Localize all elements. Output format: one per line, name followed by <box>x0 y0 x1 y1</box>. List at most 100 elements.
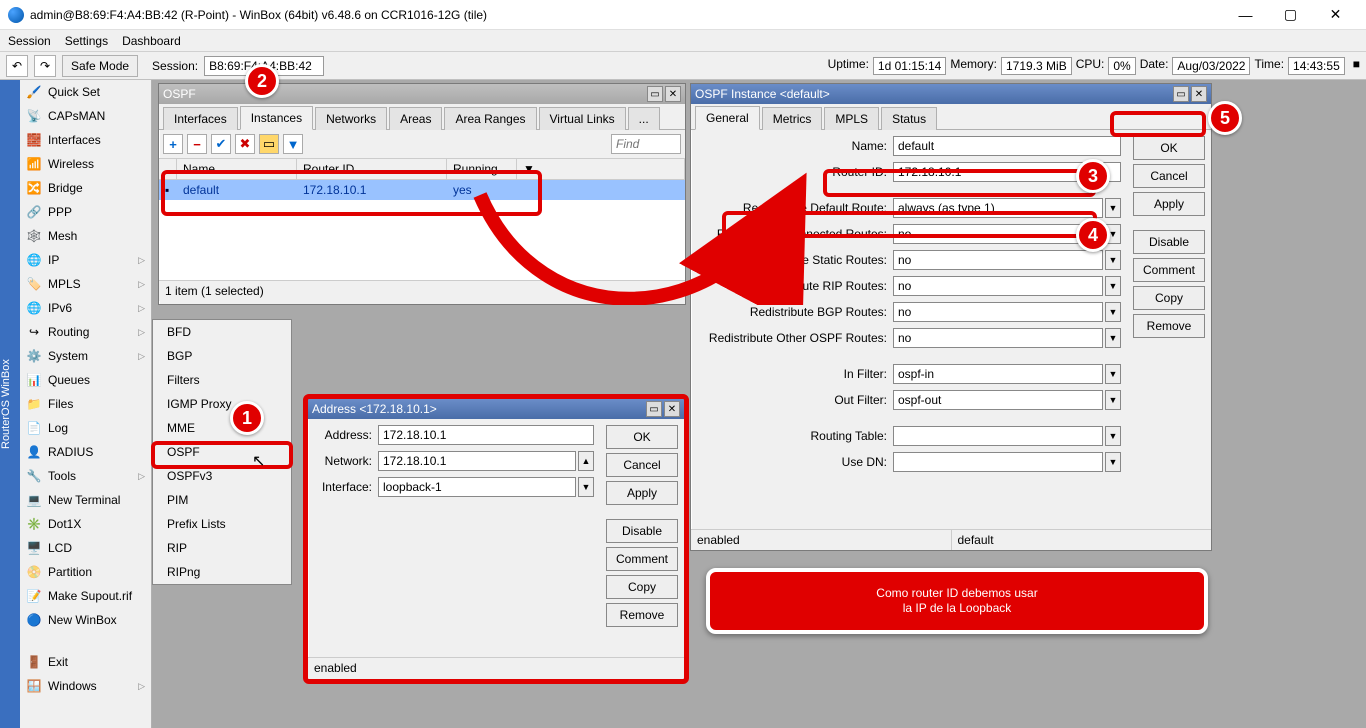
out-filter-select[interactable]: ospf-out <box>893 390 1103 410</box>
sidebar-item-mpls[interactable]: 🏷️MPLS▷ <box>20 272 151 296</box>
sidebar-item-quick-set[interactable]: 🖌️Quick Set <box>20 80 151 104</box>
interface-select[interactable]: loopback-1 <box>378 477 576 497</box>
tab-mpls[interactable]: MPLS <box>824 107 879 130</box>
safe-mode-button[interactable]: Safe Mode <box>62 55 138 77</box>
instance-close-button[interactable]: ✕ <box>1191 86 1207 102</box>
submenu-item-igmp-proxy[interactable]: IGMP Proxy <box>153 392 291 416</box>
undo-button[interactable]: ↶ <box>6 55 28 77</box>
sidebar-item-queues[interactable]: 📊Queues <box>20 368 151 392</box>
sidebar-item-capsman[interactable]: 📡CAPsMAN <box>20 104 151 128</box>
sidebar-item-log[interactable]: 📄Log <box>20 416 151 440</box>
tab-status[interactable]: Status <box>881 107 937 130</box>
submenu-item-filters[interactable]: Filters <box>153 368 291 392</box>
copy-button[interactable]: Copy <box>1133 286 1205 310</box>
ospf-close-button[interactable]: ✕ <box>665 86 681 102</box>
sidebar-item-ppp[interactable]: 🔗PPP <box>20 200 151 224</box>
sidebar-item-bridge[interactable]: 🔀Bridge <box>20 176 151 200</box>
addr-ok-button[interactable]: OK <box>606 425 678 449</box>
addr-cancel-button[interactable]: Cancel <box>606 453 678 477</box>
dropdown-icon[interactable]: ▼ <box>1105 390 1121 410</box>
disable-button[interactable]: Disable <box>1133 230 1205 254</box>
dropdown-icon[interactable]: ▼ <box>1105 250 1121 270</box>
sidebar-item-partition[interactable]: 📀Partition <box>20 560 151 584</box>
submenu-item-ospfv3[interactable]: OSPFv3 <box>153 464 291 488</box>
dropdown-icon[interactable]: ▼ <box>1105 276 1121 296</box>
sidebar-item-exit[interactable]: 🚪Exit <box>20 650 151 674</box>
table-row[interactable]: ▪ default 172.18.10.1 yes <box>159 180 685 200</box>
dropdown-icon[interactable]: ▼ <box>1105 364 1121 384</box>
addr-apply-button[interactable]: Apply <box>606 481 678 505</box>
col-name[interactable]: Name <box>177 159 297 179</box>
close-button[interactable]: ✕ <box>1313 0 1358 30</box>
routing-table-select[interactable] <box>893 426 1103 446</box>
maximize-button[interactable]: ▢ <box>1268 0 1313 30</box>
sidebar-item-new-winbox[interactable]: 🔵New WinBox <box>20 608 151 632</box>
redist-other-select[interactable]: no <box>893 328 1103 348</box>
col-router-id[interactable]: Router ID <box>297 159 447 179</box>
submenu-item-ripng[interactable]: RIPng <box>153 560 291 584</box>
sidebar-item-tools[interactable]: 🔧Tools▷ <box>20 464 151 488</box>
network-input[interactable] <box>378 451 576 471</box>
comment-button[interactable]: ▭ <box>259 134 279 154</box>
in-filter-select[interactable]: ospf-in <box>893 364 1103 384</box>
submenu-item-bfd[interactable]: BFD <box>153 320 291 344</box>
ospf-dock-button[interactable]: ▭ <box>647 86 663 102</box>
tab-instances[interactable]: Instances <box>240 106 313 130</box>
addr-copy-button[interactable]: Copy <box>606 575 678 599</box>
submenu-item-mme[interactable]: MME <box>153 416 291 440</box>
tab-networks[interactable]: Networks <box>315 107 387 130</box>
use-dn-select[interactable] <box>893 452 1103 472</box>
up-arrow-icon[interactable]: ▲ <box>578 451 594 471</box>
address-close-button[interactable]: ✕ <box>664 401 680 417</box>
tab-virtual-links[interactable]: Virtual Links <box>539 107 626 130</box>
tab-areas[interactable]: Areas <box>389 107 442 130</box>
filter-button[interactable]: ▼ <box>283 134 303 154</box>
find-input[interactable] <box>611 134 681 154</box>
redo-button[interactable]: ↷ <box>34 55 56 77</box>
add-button[interactable]: + <box>163 134 183 154</box>
dropdown-icon[interactable]: ▼ <box>1105 452 1121 472</box>
tab-...[interactable]: ... <box>628 107 660 130</box>
remove-button[interactable]: − <box>187 134 207 154</box>
submenu-item-bgp[interactable]: BGP <box>153 344 291 368</box>
cancel-button[interactable]: Cancel <box>1133 164 1205 188</box>
sidebar-item-windows[interactable]: 🪟Windows▷ <box>20 674 151 698</box>
sidebar-item-new-terminal[interactable]: 💻New Terminal <box>20 488 151 512</box>
address-input[interactable] <box>378 425 594 445</box>
minimize-button[interactable]: — <box>1223 0 1268 30</box>
redist-connected-select[interactable]: no <box>893 224 1103 244</box>
sidebar-item-radius[interactable]: 👤RADIUS <box>20 440 151 464</box>
tab-metrics[interactable]: Metrics <box>762 107 823 130</box>
addr-remove-button[interactable]: Remove <box>606 603 678 627</box>
menu-session[interactable]: Session <box>8 34 51 48</box>
sidebar-item-dot1x[interactable]: ✳️Dot1X <box>20 512 151 536</box>
tab-general[interactable]: General <box>695 106 760 130</box>
dropdown-icon[interactable]: ▼ <box>578 477 594 497</box>
sidebar-item-ipv6[interactable]: 🌐IPv6▷ <box>20 296 151 320</box>
sidebar-item-make-supout.rif[interactable]: 📝Make Supout.rif <box>20 584 151 608</box>
address-dock-button[interactable]: ▭ <box>646 401 662 417</box>
name-input[interactable] <box>893 136 1121 156</box>
dropdown-icon[interactable]: ▼ <box>1105 198 1121 218</box>
redist-rip-select[interactable]: no <box>893 276 1103 296</box>
sidebar-item-system[interactable]: ⚙️System▷ <box>20 344 151 368</box>
submenu-item-rip[interactable]: RIP <box>153 536 291 560</box>
dropdown-icon[interactable]: ▼ <box>1105 328 1121 348</box>
dropdown-icon[interactable]: ▼ <box>1105 302 1121 322</box>
sidebar-item-wireless[interactable]: 📶Wireless <box>20 152 151 176</box>
instance-dock-button[interactable]: ▭ <box>1173 86 1189 102</box>
redist-bgp-select[interactable]: no <box>893 302 1103 322</box>
sidebar-item-mesh[interactable]: 🕸️Mesh <box>20 224 151 248</box>
sidebar-item-files[interactable]: 📁Files <box>20 392 151 416</box>
submenu-item-prefix-lists[interactable]: Prefix Lists <box>153 512 291 536</box>
ok-button[interactable]: OK <box>1133 136 1205 160</box>
comment-button[interactable]: Comment <box>1133 258 1205 282</box>
menu-dashboard[interactable]: Dashboard <box>122 34 181 48</box>
sidebar-item-ip[interactable]: 🌐IP▷ <box>20 248 151 272</box>
col-running[interactable]: Running <box>447 159 517 179</box>
menu-settings[interactable]: Settings <box>65 34 108 48</box>
sidebar-item-lcd[interactable]: 🖥️LCD <box>20 536 151 560</box>
addr-disable-button[interactable]: Disable <box>606 519 678 543</box>
submenu-item-pim[interactable]: PIM <box>153 488 291 512</box>
remove-button[interactable]: Remove <box>1133 314 1205 338</box>
